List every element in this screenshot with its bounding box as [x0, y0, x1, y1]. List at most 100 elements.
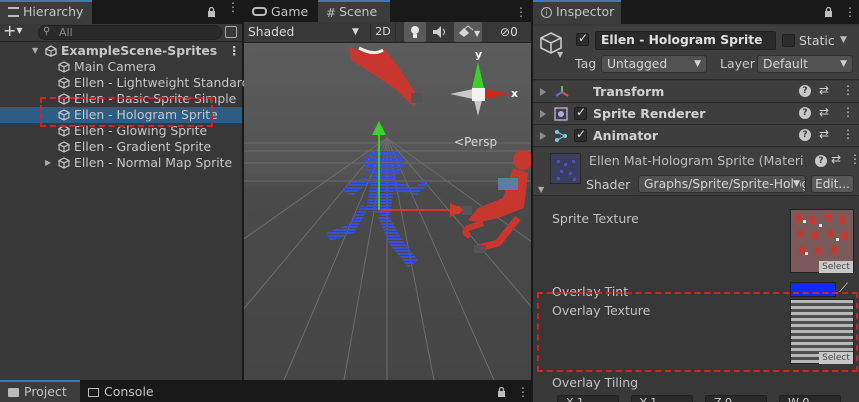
scene-viewport[interactable]: y x <Persp	[244, 43, 531, 380]
active-checkbox[interactable]	[576, 31, 589, 46]
scene-root[interactable]: ▼ ExampleScene-Sprites ⋮	[0, 43, 242, 59]
scene-visibility-icon[interactable]	[225, 26, 237, 38]
chevron-down-icon[interactable]: ▼	[557, 50, 563, 59]
tab-inspector[interactable]: i Inspector	[533, 0, 621, 24]
animator-enabled-checkbox[interactable]	[574, 127, 587, 142]
info-icon: i	[541, 7, 552, 18]
hierarchy-item-label: Ellen - Gradient Sprite	[74, 139, 212, 154]
preset-icon[interactable]: ⇄	[831, 152, 841, 166]
gizmo-y-label: y	[475, 48, 483, 61]
hash-icon: #	[326, 5, 337, 20]
hierarchy-item-label: Ellen - Normal Map Sprite	[74, 155, 233, 170]
eye-slash-icon: ⊘	[500, 25, 511, 39]
mode-2d-toggle[interactable]: 2D	[370, 23, 396, 41]
material-menu-icon[interactable]: ⋮	[849, 152, 859, 166]
material-name: Ellen Mat-Hologram Sprite (Materi	[589, 153, 804, 168]
sprite-texture-select-button[interactable]: Select	[819, 261, 853, 273]
animator-icon	[554, 129, 568, 146]
tag-dropdown[interactable]: Untagged ▼	[601, 55, 707, 73]
tab-scene[interactable]: # Scene	[318, 0, 390, 24]
bottom-panel: Project Console ⋮	[0, 380, 531, 402]
projection-label[interactable]: <Persp	[454, 135, 497, 149]
hidden-objects-toggle[interactable]: ⊘0	[500, 22, 530, 42]
tab-console[interactable]: Console	[80, 380, 170, 402]
sprite-texture-slot[interactable]: Select	[790, 209, 854, 273]
hierarchy-item[interactable]: ▶ Ellen - Normal Map Sprite	[0, 155, 242, 171]
hierarchy-item[interactable]: Ellen - Gradient Sprite	[0, 139, 242, 155]
help-icon[interactable]: ?	[815, 155, 827, 167]
tab-project[interactable]: Project	[0, 380, 80, 402]
component-animator[interactable]: Animator ? ⇄ ⋮	[533, 125, 859, 147]
sprite-renderer-enabled-checkbox[interactable]	[574, 105, 587, 120]
sprite-texture-label: Sprite Texture	[552, 211, 639, 226]
gamepad-icon	[252, 7, 267, 16]
lock-icon[interactable]	[497, 386, 506, 400]
scene-menu-icon[interactable]: ⋮	[515, 5, 527, 19]
hierarchy-item[interactable]: Main Camera	[0, 59, 242, 75]
tiling-field[interactable]: W 0	[779, 395, 841, 402]
tab-game[interactable]: Game	[244, 0, 316, 24]
preset-icon[interactable]: ⇄	[819, 83, 829, 97]
foldout-arrow-icon[interactable]: ▼	[538, 185, 544, 194]
layer-label: Layer	[720, 56, 755, 71]
folder-icon	[8, 388, 19, 397]
sprite-sheet-thumbnail	[795, 213, 848, 255]
transform-icon	[555, 85, 569, 102]
scene-menu-icon[interactable]: ⋮	[228, 43, 240, 59]
more-menu-icon[interactable]: ⋮	[844, 5, 856, 19]
gameobject-cube-icon	[58, 141, 70, 153]
preset-icon[interactable]: ⇄	[819, 105, 829, 119]
sprite-ellen-top	[349, 46, 423, 106]
lock-icon[interactable]	[824, 6, 833, 20]
material-preview-icon[interactable]	[550, 153, 581, 184]
gizmo-x-label: x	[511, 87, 519, 100]
lighting-toggle-icon[interactable]	[404, 22, 426, 42]
hierarchy-item-label: Ellen - Lightweight Standard	[74, 75, 250, 90]
hierarchy-item[interactable]: Ellen - Lightweight Standard	[0, 75, 250, 91]
static-dropdown-icon[interactable]: ▼	[840, 35, 847, 45]
foldout-arrow-icon	[540, 110, 546, 118]
chevron-down-icon: ▼	[793, 176, 800, 192]
add-button[interactable]: +▼	[3, 22, 27, 40]
foldout-arrow-icon: ▼	[32, 46, 39, 55]
search-field[interactable]: ⚲ All	[38, 25, 222, 40]
tag-label: Tag	[575, 56, 597, 71]
gameobject-cube-icon	[58, 157, 70, 169]
hierarchy-panel: Hierarchy ⋮ +▼ ⚲ All ▼ ExampleScene-Spri…	[0, 0, 250, 380]
help-icon[interactable]: ?	[799, 129, 811, 141]
tiling-field[interactable]: X 1	[557, 395, 619, 402]
more-menu-icon[interactable]: ⋮	[227, 1, 239, 18]
layer-dropdown[interactable]: Default ▼	[757, 55, 853, 73]
inspector-panel: iInspector ⋮ ▼ Ellen - Hologram Sprite S…	[533, 0, 859, 402]
shading-mode-dropdown[interactable]: Shaded ▼	[248, 23, 364, 41]
unity-scene-icon	[45, 45, 57, 57]
search-icon: ⚲	[43, 26, 51, 37]
svg-text:▼: ▼	[474, 29, 481, 38]
tiling-field[interactable]: Z 0	[705, 395, 767, 402]
static-checkbox[interactable]	[782, 34, 795, 47]
more-menu-icon[interactable]: ⋮	[517, 385, 529, 399]
chevron-down-icon: ▼	[352, 27, 359, 37]
object-name-field[interactable]: Ellen - Hologram Sprite	[595, 31, 776, 50]
selection-highlight-box	[40, 97, 213, 127]
chevron-down-icon: ▼	[694, 59, 701, 69]
help-icon[interactable]: ?	[799, 85, 811, 97]
shader-label: Shader	[586, 177, 631, 192]
component-sprite-renderer[interactable]: Sprite Renderer ? ⇄ ⋮	[533, 103, 859, 125]
shader-edit-button[interactable]: Edit...	[811, 175, 854, 193]
preset-icon[interactable]: ⇄	[819, 127, 829, 141]
shader-dropdown[interactable]: Graphs/Sprite/Sprite-Holog ▼	[638, 175, 806, 193]
list-icon	[8, 6, 19, 17]
component-menu-icon[interactable]: ⋮	[842, 83, 854, 97]
lock-icon[interactable]	[207, 6, 216, 17]
foldout-arrow-icon[interactable]: ▶	[45, 155, 51, 171]
overlay-tiling-label: Overlay Tiling	[552, 375, 639, 390]
component-menu-icon[interactable]: ⋮	[842, 105, 854, 119]
component-menu-icon[interactable]: ⋮	[842, 127, 854, 141]
component-transform[interactable]: Transform ? ⇄ ⋮	[533, 81, 859, 103]
effects-toggle-icon[interactable]: ▼	[454, 22, 482, 42]
tiling-field[interactable]: Y 1	[631, 395, 693, 402]
audio-toggle-icon[interactable]	[429, 22, 451, 42]
chevron-down-icon: ▼	[840, 59, 847, 69]
help-icon[interactable]: ?	[799, 107, 811, 119]
